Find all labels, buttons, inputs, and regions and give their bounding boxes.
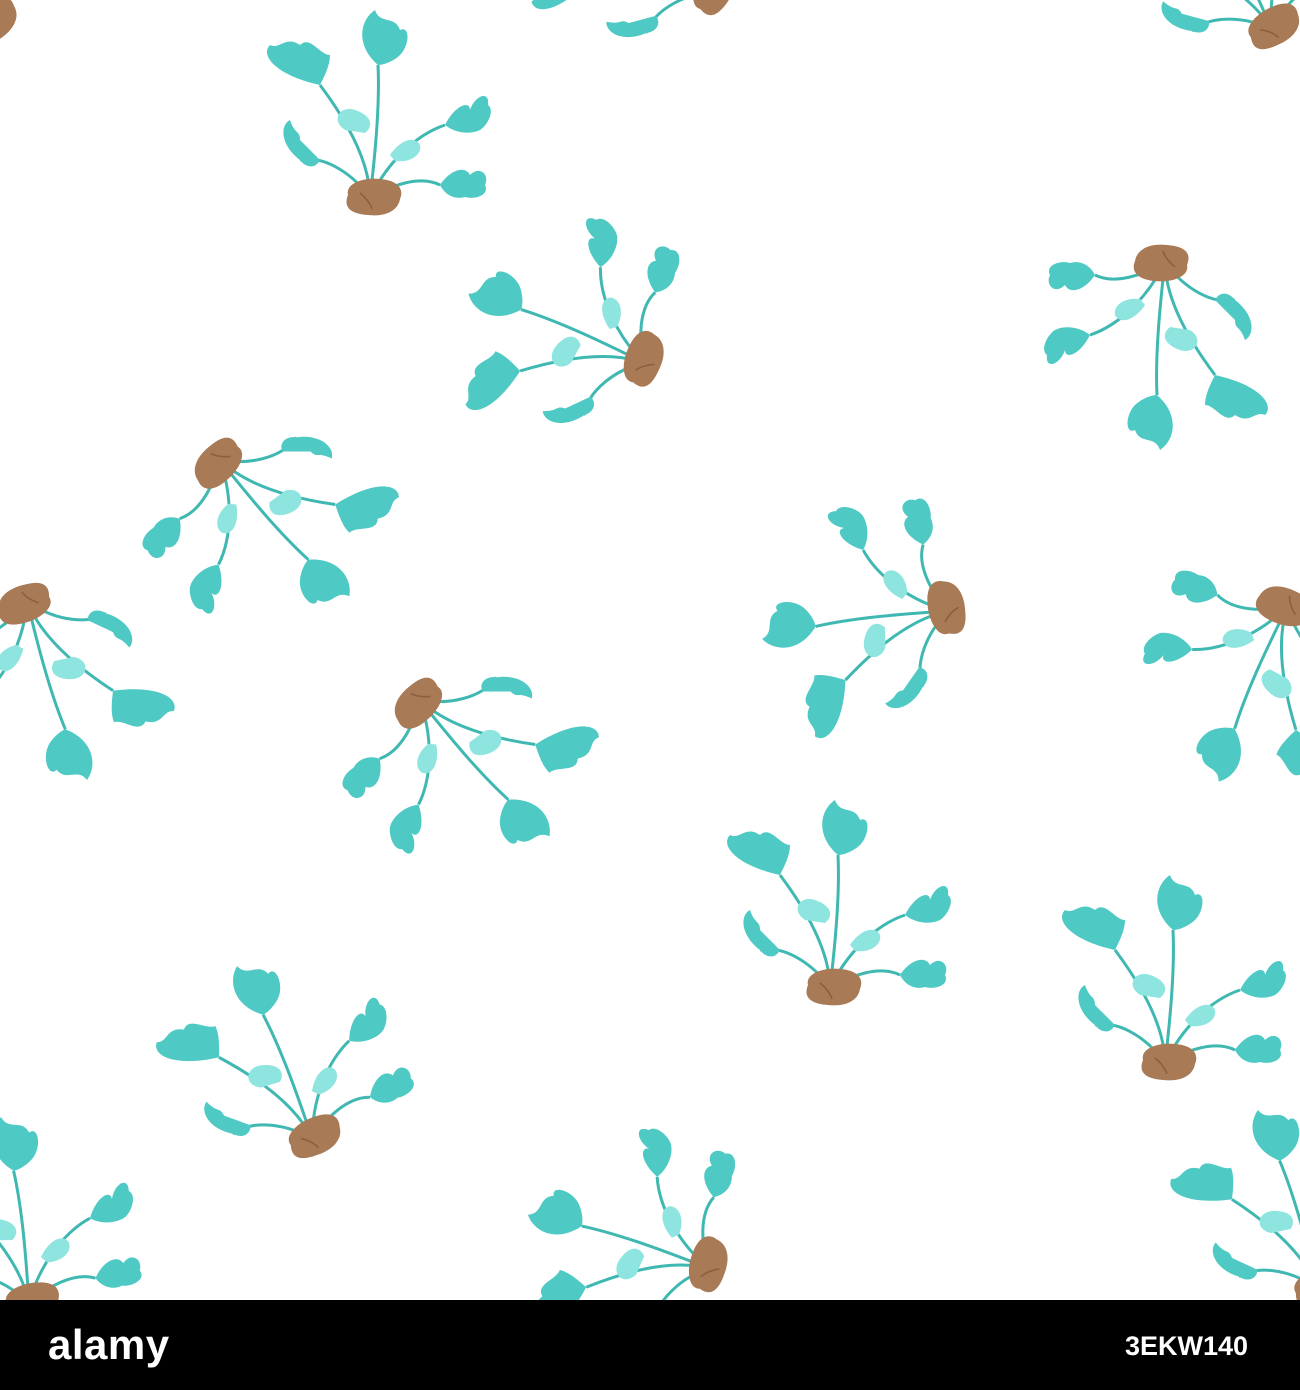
beet-plant-icon	[137, 915, 431, 1200]
beet-plant-icon	[0, 1095, 153, 1300]
pattern-svg	[0, 0, 1300, 1300]
beet-plant-icon	[120, 373, 428, 680]
beet-plant-icon	[498, 0, 791, 91]
image-id: 3EKW140	[1124, 1331, 1248, 1361]
beet-plant-icon	[1042, 243, 1270, 452]
beet-plant-icon	[0, 548, 190, 822]
beet-plant-icon	[1108, 547, 1300, 820]
beet-plant-icon	[265, 8, 493, 217]
beet-plant-icon	[1155, 1068, 1300, 1300]
beet-plant-icon	[1086, 0, 1300, 97]
seamless-pattern	[0, 0, 1300, 1300]
beet-plant-icon	[740, 487, 985, 747]
beet-plant-icon	[725, 798, 953, 1007]
beet-plant-icon	[430, 183, 703, 467]
beet-plant-icon	[0, 0, 96, 106]
alamy-logo: alamy	[48, 1321, 170, 1368]
beet-plant-icon	[498, 1101, 758, 1300]
beet-plant-icon	[1060, 873, 1288, 1082]
watermark-footer: alamy 3EKW140	[0, 1300, 1300, 1390]
beet-plant-icon	[320, 613, 628, 920]
